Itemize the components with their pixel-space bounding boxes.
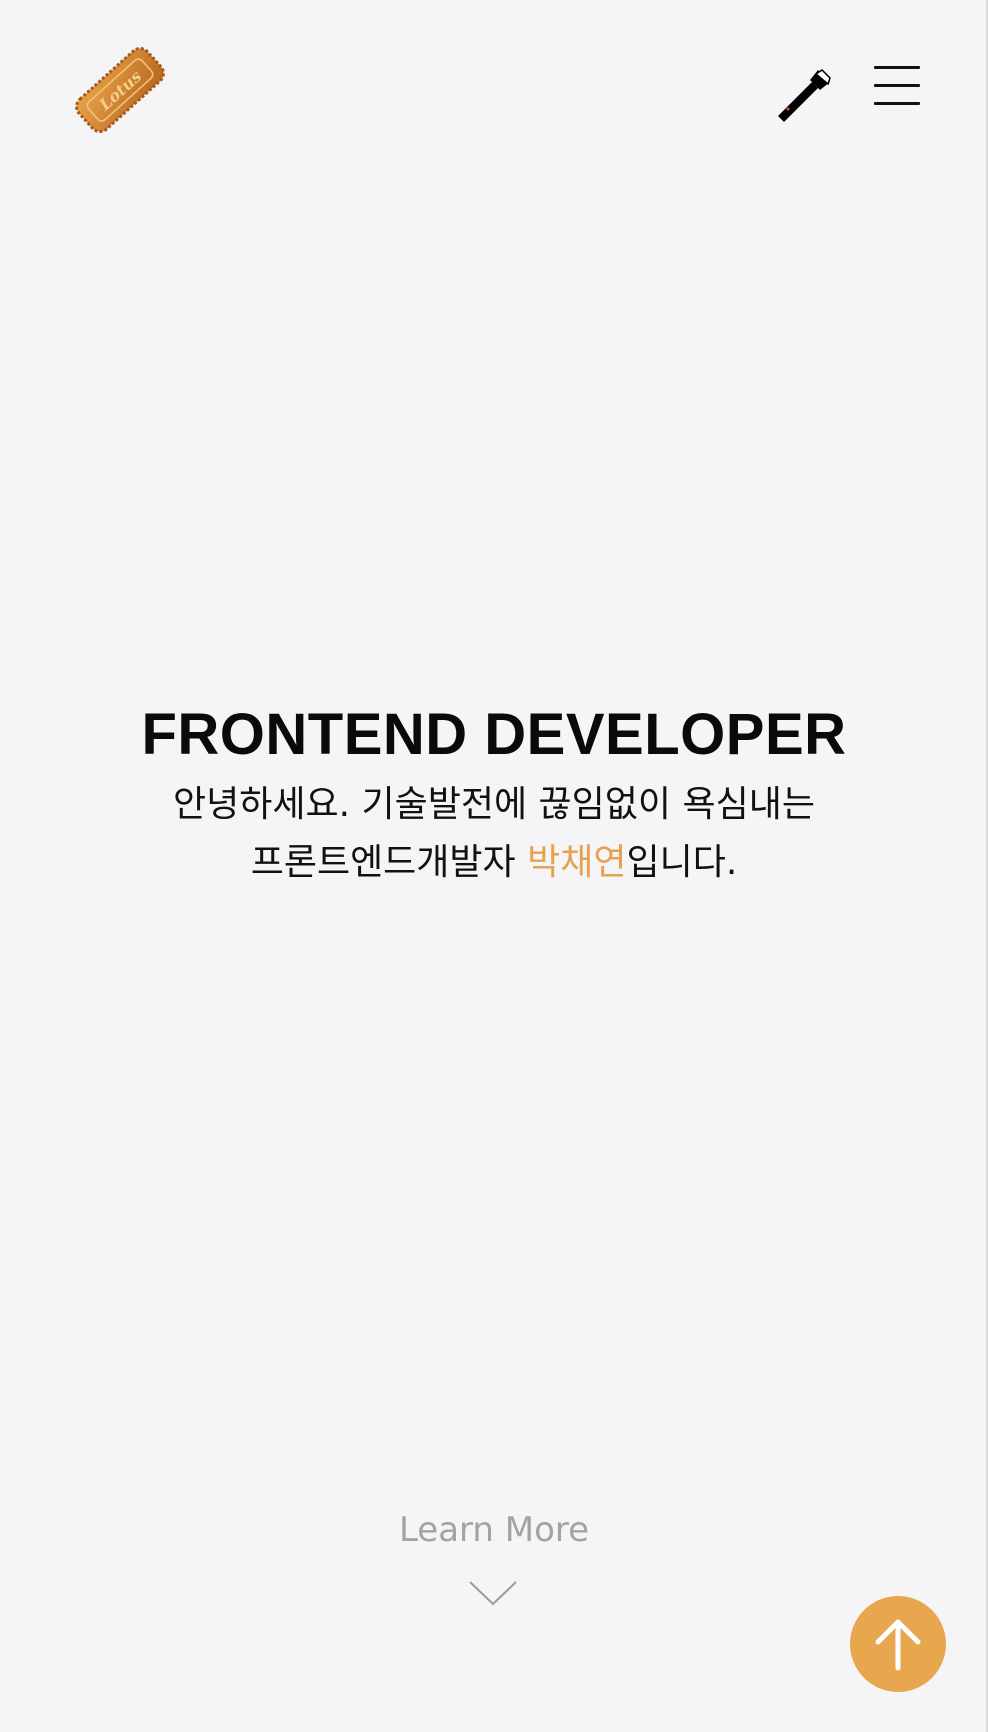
header: Lotus [0,0,988,150]
hero-description: 안녕하세요. 기술발전에 끊임없이 욕심내는 프론트엔드개발자 박채연입니다. [0,776,988,892]
scroll-to-top-button[interactable] [850,1596,946,1692]
hero-line-2-suffix: 입니다. [626,842,738,883]
hamburger-menu-icon-line-3 [874,102,920,105]
arrow-up-icon [875,1619,921,1671]
hamburger-menu-icon [874,66,920,69]
hero-title: FRONTEND DEVELOPER [141,702,847,767]
hero-line-1: 안녕하세요. 기술발전에 끊임없이 욕심내는 [173,784,815,825]
flashlight-icon [778,69,831,122]
lotus-biscuit-logo[interactable]: Lotus [70,40,170,140]
flashlight-button[interactable] [772,64,834,126]
menu-button[interactable] [872,62,924,112]
chevron-down-icon[interactable] [467,1576,519,1610]
hero-section: FRONTEND DEVELOPER 안녕하세요. 기술발전에 끊임없이 욕심내… [0,694,988,892]
hero-line-2-prefix: 프론트엔드개발자 [250,842,528,883]
hamburger-menu-icon-line-2 [874,84,920,87]
learn-more-link[interactable]: Learn More [0,1506,988,1554]
developer-name: 박채연 [527,842,627,883]
